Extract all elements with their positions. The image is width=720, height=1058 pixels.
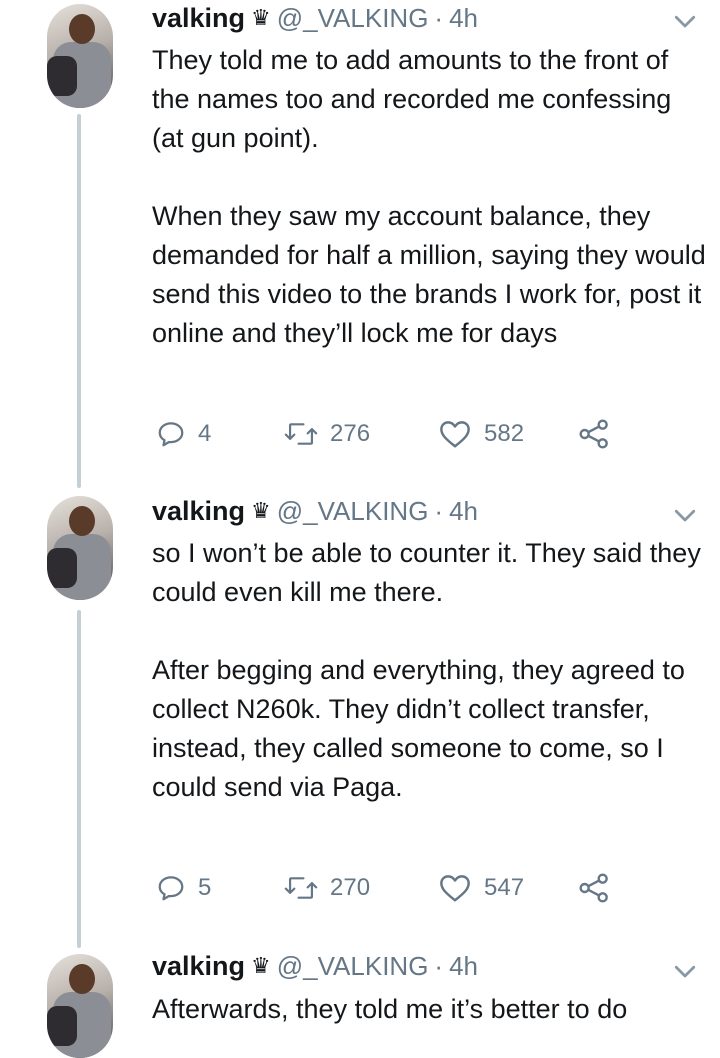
display-name[interactable]: valking (152, 3, 245, 34)
display-name[interactable]: valking (152, 951, 245, 982)
avatar[interactable] (47, 4, 113, 108)
reply-count: 5 (198, 874, 212, 901)
tweet[interactable]: valking ♛ @_VALKING · 4h so I won’t be a… (0, 490, 720, 950)
tweet-text: They told me to add amounts to the front… (152, 45, 706, 348)
heart-icon (440, 875, 470, 902)
share-icon (579, 873, 608, 903)
tweet-actions: 5 270 547 (152, 870, 632, 906)
like-button[interactable]: 582 (438, 416, 524, 452)
like-button[interactable]: 547 (438, 870, 524, 906)
timestamp[interactable]: 4h (449, 951, 478, 982)
retweet-icon (284, 877, 318, 899)
reply-button[interactable]: 4 (156, 416, 211, 452)
tweet[interactable]: valking ♛ @_VALKING · 4h They told me to… (0, 0, 720, 490)
crown-icon: ♛ (251, 953, 271, 978)
tweet[interactable]: valking ♛ @_VALKING · 4h Afterwards, the… (0, 946, 720, 1058)
share-button[interactable] (578, 416, 610, 452)
tweet-text: Afterwards, they told me it’s better to … (152, 994, 628, 1024)
chevron-down-icon[interactable] (670, 500, 700, 530)
like-count: 547 (484, 874, 525, 901)
separator-dot: · (434, 495, 444, 526)
avatar[interactable] (47, 954, 113, 1058)
retweet-icon (284, 423, 318, 445)
retweet-button[interactable]: 276 (284, 416, 370, 452)
like-count: 582 (484, 420, 525, 447)
tweet-text: so I won’t be able to counter it. They s… (152, 538, 701, 802)
timestamp[interactable]: 4h (449, 3, 478, 34)
retweet-count: 276 (330, 420, 371, 447)
retweet-button[interactable]: 270 (284, 870, 370, 906)
reply-count: 4 (198, 420, 212, 447)
chevron-down-icon[interactable] (670, 6, 700, 36)
heart-icon (440, 421, 470, 448)
timestamp[interactable]: 4h (449, 496, 478, 527)
user-handle[interactable]: @_VALKING (277, 3, 429, 34)
tweet-header: valking ♛ @_VALKING · 4h (152, 948, 478, 984)
separator-dot: · (434, 2, 444, 33)
separator-dot: · (434, 950, 444, 981)
user-handle[interactable]: @_VALKING (277, 496, 429, 527)
share-button[interactable] (578, 870, 610, 906)
retweet-count: 270 (330, 874, 371, 901)
user-handle[interactable]: @_VALKING (277, 951, 429, 982)
chevron-down-icon[interactable] (670, 956, 700, 986)
display-name[interactable]: valking (152, 496, 245, 527)
tweet-actions: 4 276 582 (152, 416, 632, 452)
avatar[interactable] (47, 496, 113, 600)
reply-icon (158, 422, 184, 447)
reply-icon (158, 876, 184, 901)
tweet-header: valking ♛ @_VALKING · 4h (152, 0, 478, 36)
crown-icon: ♛ (251, 5, 271, 30)
reply-button[interactable]: 5 (156, 870, 211, 906)
crown-icon: ♛ (251, 498, 271, 523)
share-icon (579, 419, 608, 449)
tweet-header: valking ♛ @_VALKING · 4h (152, 493, 478, 529)
